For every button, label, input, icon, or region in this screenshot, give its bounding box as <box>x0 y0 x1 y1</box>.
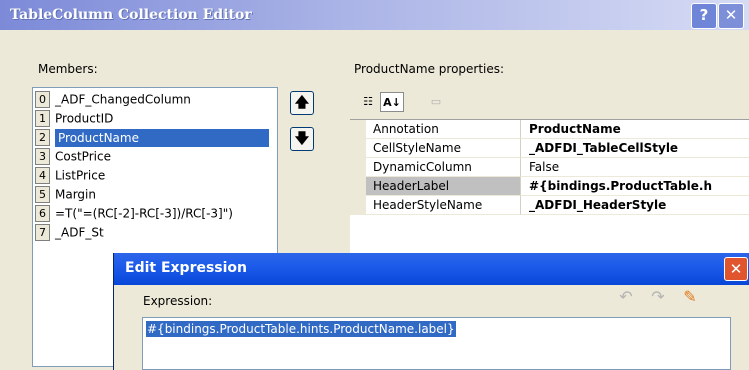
alphabetical-button[interactable]: A↓ <box>380 92 404 112</box>
member-label: _ADF_ChangedColumn <box>55 92 191 107</box>
expression-input[interactable]: #{bindings.ProductTable.hints.ProductNam… <box>142 317 731 370</box>
close-button[interactable]: ✕ <box>718 3 744 29</box>
up-arrow-icon: 🡅 <box>294 95 310 111</box>
member-label: ProductName <box>55 128 269 147</box>
property-name: DynamicColumn <box>366 158 521 177</box>
down-arrow-icon: 🡇 <box>294 131 310 147</box>
member-label: ListPrice <box>55 168 106 183</box>
property-name: Annotation <box>366 120 521 139</box>
dialog-close-button[interactable]: ✕ <box>724 257 748 281</box>
categorized-icon: ☷ <box>363 95 373 108</box>
property-row[interactable]: HeaderStyleName _ADFDI_HeaderStyle <box>350 196 749 215</box>
member-index: 2 <box>35 129 50 146</box>
member-index: 7 <box>35 224 50 241</box>
member-index: 6 <box>35 205 50 222</box>
member-item[interactable]: 6 =T("=(RC[-2]-RC[-3])/RC[-3]") <box>35 204 275 222</box>
property-name: HeaderLabel <box>366 177 521 196</box>
property-value[interactable]: _ADFDI_HeaderStyle <box>521 196 749 215</box>
property-row[interactable]: DynamicColumn False <box>350 158 749 177</box>
property-pages-button[interactable]: ▭ <box>424 92 448 112</box>
member-index: 4 <box>35 167 50 184</box>
row-gutter <box>350 139 366 158</box>
property-pages-icon: ▭ <box>430 95 442 108</box>
member-item[interactable]: 7 _ADF_St <box>35 223 275 241</box>
window-title-bar[interactable]: TableColumn Collection Editor ? ✕ <box>0 0 749 30</box>
member-item[interactable]: 4 ListPrice <box>35 166 275 184</box>
expression-label: Expression: <box>143 294 213 308</box>
redo-icon: ↷ <box>651 287 665 306</box>
members-label: Members: <box>38 62 98 76</box>
dialog-title-bar[interactable]: Edit Expression ✕ <box>114 253 749 285</box>
member-item[interactable]: 2 ProductName <box>35 128 275 147</box>
undo-button[interactable]: ↶ <box>614 287 638 307</box>
property-row[interactable]: CellStyleName _ADFDI_TableCellStyle <box>350 139 749 158</box>
property-name: HeaderStyleName <box>366 196 521 215</box>
move-up-button[interactable]: 🡅 <box>290 91 314 115</box>
property-name: CellStyleName <box>366 139 521 158</box>
expression-text: #{bindings.ProductTable.hints.ProductNam… <box>146 321 456 337</box>
member-label: CostPrice <box>55 149 111 164</box>
property-value[interactable]: False <box>521 158 749 177</box>
property-row[interactable]: Annotation ProductName <box>350 120 749 139</box>
property-value[interactable]: ProductName <box>521 120 749 139</box>
member-item[interactable]: 5 Margin <box>35 185 275 203</box>
member-item[interactable]: 0 _ADF_ChangedColumn <box>35 90 275 108</box>
categorized-button[interactable]: ☷ <box>356 92 380 112</box>
eraser-icon: ✎ <box>683 287 697 306</box>
redo-button[interactable]: ↷ <box>646 287 670 307</box>
member-label: ProductID <box>55 111 114 126</box>
help-button[interactable]: ? <box>691 3 717 29</box>
member-index: 5 <box>35 186 50 203</box>
properties-label: ProductName properties: <box>354 62 505 76</box>
member-item[interactable]: 1 ProductID <box>35 109 275 127</box>
dialog-title: Edit Expression <box>125 260 248 276</box>
member-index: 0 <box>35 91 50 108</box>
property-value[interactable]: _ADFDI_TableCellStyle <box>521 139 749 158</box>
undo-icon: ↶ <box>619 287 633 306</box>
member-index: 1 <box>35 110 50 127</box>
member-label: Margin <box>55 187 96 202</box>
property-value[interactable]: #{bindings.ProductTable.h <box>521 177 749 196</box>
row-gutter <box>350 120 366 139</box>
member-label: =T("=(RC[-2]-RC[-3])/RC[-3]") <box>55 206 233 221</box>
window-title: TableColumn Collection Editor <box>10 7 252 23</box>
move-down-button[interactable]: 🡇 <box>290 127 314 151</box>
property-row[interactable]: HeaderLabel #{bindings.ProductTable.h <box>350 177 749 196</box>
member-item[interactable]: 3 CostPrice <box>35 147 275 165</box>
row-gutter <box>350 177 366 196</box>
member-label: _ADF_St <box>55 225 104 240</box>
edit-expression-dialog: Edit Expression ✕ Expression: ↶ ↷ ✎ #{bi… <box>113 253 749 370</box>
clear-button[interactable]: ✎ <box>678 287 702 307</box>
row-gutter <box>350 196 366 215</box>
member-index: 3 <box>35 148 50 165</box>
sort-az-icon: A↓ <box>383 96 401 109</box>
row-gutter <box>350 158 366 177</box>
